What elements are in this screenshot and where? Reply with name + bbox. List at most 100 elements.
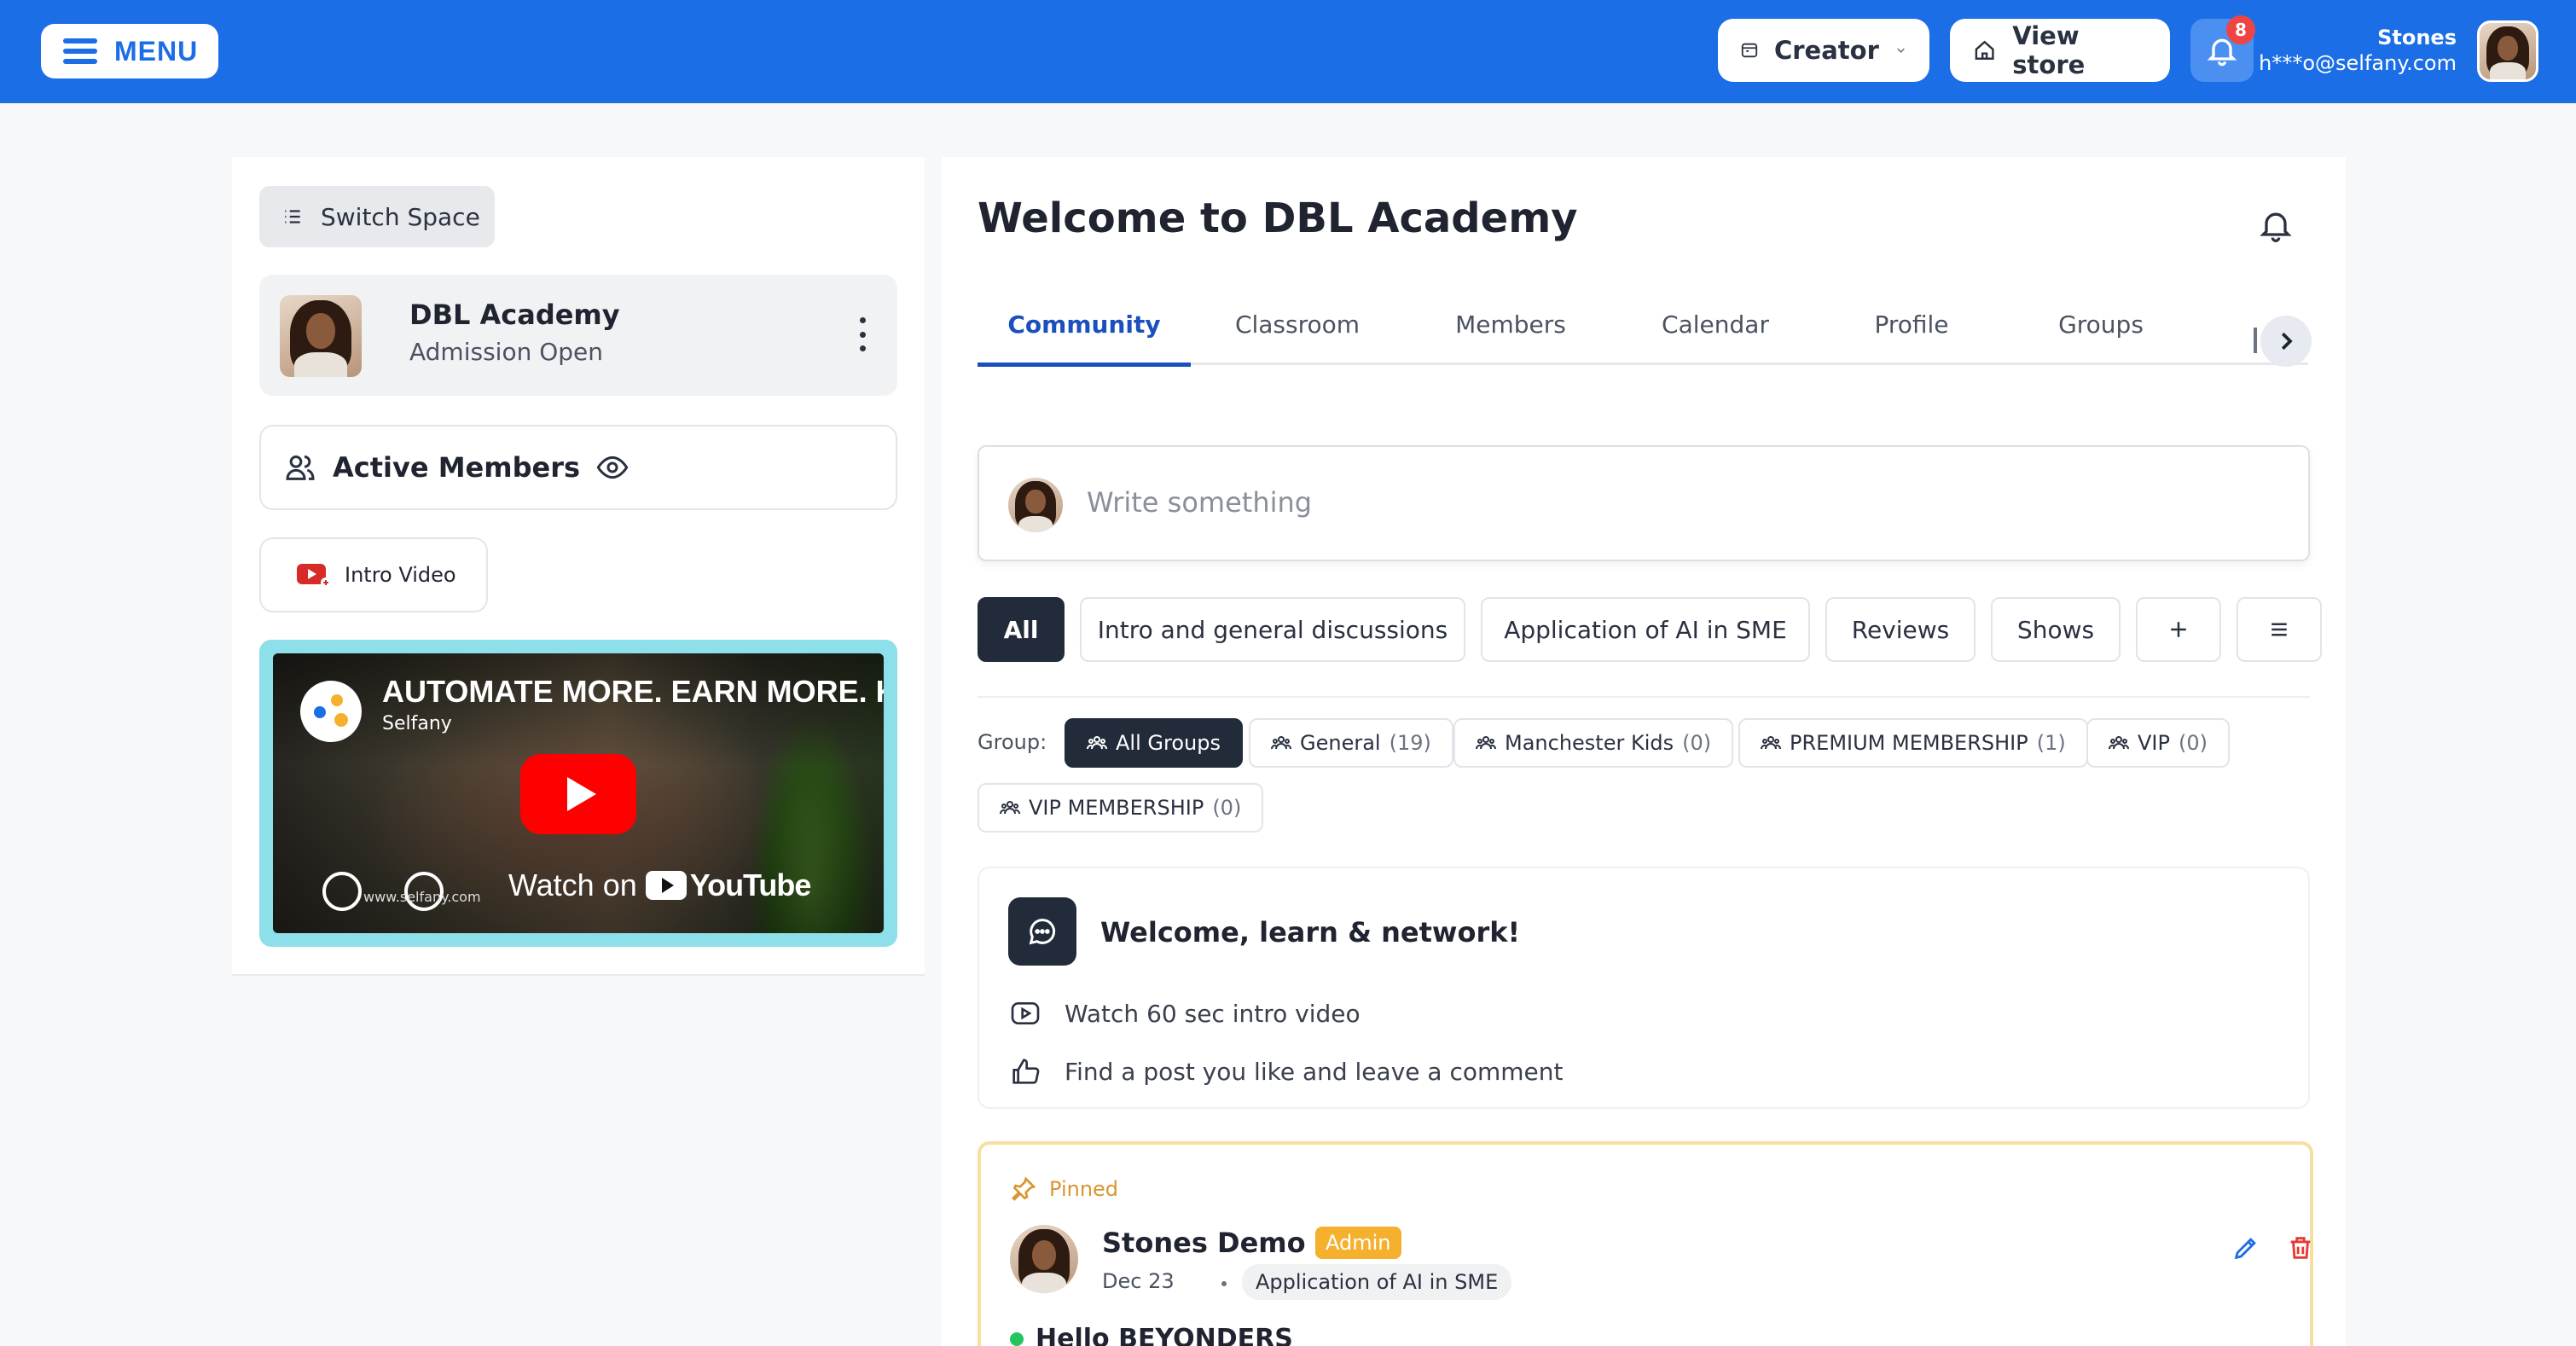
space-name: DBL Academy (409, 299, 620, 331)
switch-space-button[interactable]: Switch Space (259, 186, 495, 247)
post-composer[interactable]: Write something (978, 445, 2310, 561)
notification-count-badge: 8 (2226, 15, 2255, 44)
filter-shows[interactable]: Shows (1991, 597, 2121, 662)
top-bar: MENU Creator View store 8 Stones h***o@s… (0, 0, 2576, 103)
welcome-card: Welcome, learn & network! Watch 60 sec i… (978, 867, 2310, 1109)
view-store-button[interactable]: View store (1950, 19, 2170, 82)
user-info[interactable]: Stones h***o@selfany.com (2259, 26, 2457, 75)
group-name: Manchester Kids (1505, 731, 1674, 755)
group-name: VIP (2138, 731, 2170, 755)
welcome-item-label: Find a post you like and leave a comment (1065, 1057, 1564, 1086)
video-play-icon (297, 564, 331, 588)
separator-dot (1221, 1281, 1227, 1286)
active-members-label: Active Members (333, 451, 581, 484)
group-general[interactable]: General (19) (1249, 718, 1453, 768)
delete-post-button[interactable] (2286, 1233, 2315, 1266)
creator-dropdown[interactable]: Creator (1718, 19, 1929, 82)
group-vip[interactable]: VIP (0) (2086, 718, 2230, 768)
chat-bubble-icon (1008, 897, 1076, 966)
pinned-post[interactable]: Pinned Stones Demo Admin Dec 23 Applicat… (978, 1141, 2313, 1346)
bell-icon (2260, 212, 2292, 242)
tab-classroom[interactable]: Classroom (1191, 310, 1404, 365)
share-icon[interactable] (322, 872, 362, 911)
status-dot (1010, 1331, 1024, 1346)
trash-icon (2290, 1237, 2311, 1259)
filter-intro-general[interactable]: Intro and general discussions (1080, 597, 1465, 662)
space-card[interactable]: DBL Academy Admission Open (259, 275, 897, 396)
tabs-scroll-right-button[interactable] (2260, 316, 2312, 367)
filter-all[interactable]: All (978, 597, 1065, 662)
group-count: (1) (2036, 731, 2066, 755)
store-icon (1741, 43, 1758, 58)
group-count: (0) (1212, 796, 1242, 820)
more-options-icon[interactable] (858, 317, 867, 351)
video-player[interactable]: AUTOMATE MORE. EARN MORE. K Selfany www.… (273, 653, 884, 933)
home-icon (1975, 40, 1994, 60)
group-manchester-kids[interactable]: Manchester Kids (0) (1453, 718, 1734, 768)
category-menu-button[interactable] (2237, 597, 2322, 662)
watch-on-youtube[interactable]: Watch on YouTube (508, 862, 812, 909)
menu-lines-icon (2271, 623, 2287, 636)
group-name: VIP MEMBERSHIP (1029, 796, 1204, 820)
list-icon (285, 210, 300, 223)
post-author-avatar[interactable] (1010, 1225, 1078, 1293)
group-premium-membership[interactable]: PREMIUM MEMBERSHIP (1) (1738, 718, 2088, 768)
group-name: All Groups (1116, 731, 1221, 755)
edit-post-button[interactable] (2231, 1233, 2260, 1266)
switch-space-label: Switch Space (321, 202, 480, 231)
tab-profile[interactable]: Profile (1805, 310, 2018, 365)
pin-icon (1012, 1176, 1036, 1201)
add-category-button[interactable] (2136, 597, 2221, 662)
group-count: (0) (2178, 731, 2208, 755)
pinned-label: Pinned (1010, 1175, 1118, 1203)
eye-icon (596, 455, 629, 479)
video-title[interactable]: AUTOMATE MORE. EARN MORE. K (382, 674, 884, 710)
group-name: PREMIUM MEMBERSHIP (1790, 731, 2028, 755)
youtube-label: YouTube (689, 867, 812, 902)
intro-video-button[interactable]: Intro Video (259, 537, 488, 612)
space-notifications-button[interactable] (2257, 206, 2295, 247)
post-category-tag[interactable]: Application of AI in SME (1242, 1264, 1512, 1300)
filter-reviews[interactable]: Reviews (1825, 597, 1976, 662)
pinned-text: Pinned (1049, 1177, 1119, 1201)
group-icon (1271, 736, 1291, 750)
notifications-button[interactable]: 8 (2190, 15, 2255, 82)
tab-community[interactable]: Community (978, 310, 1191, 367)
view-store-label: View store (2012, 21, 2086, 79)
group-vip-membership[interactable]: VIP MEMBERSHIP (0) (978, 783, 1264, 833)
active-members-button[interactable]: Active Members (259, 425, 897, 510)
chevron-right-icon (2281, 332, 2293, 351)
community-panel: Welcome to DBL Academy Community Classro… (942, 157, 2346, 1346)
pencil-icon (2234, 1238, 2256, 1260)
post-author-name[interactable]: Stones Demo (1102, 1227, 1306, 1259)
play-button[interactable] (520, 754, 636, 834)
tab-groups[interactable]: Groups (1994, 310, 2208, 365)
creator-label: Creator (1773, 36, 1879, 65)
menu-label: MENU (114, 35, 199, 67)
filter-ai-sme[interactable]: Application of AI in SME (1481, 597, 1810, 662)
group-filter-label: Group: (978, 730, 1047, 754)
group-count: (0) (1682, 731, 1712, 755)
welcome-item-video[interactable]: Watch 60 sec intro video (1008, 996, 1361, 1030)
post-body-text: Hello BEYONDERS (1036, 1324, 1293, 1346)
users-icon (286, 455, 315, 480)
tab-members[interactable]: Members (1404, 310, 1617, 365)
group-all-groups[interactable]: All Groups (1065, 718, 1243, 768)
chevron-down-icon (1897, 48, 1905, 53)
channel-logo[interactable] (300, 681, 362, 742)
page-title: Welcome to DBL Academy (978, 194, 1578, 242)
space-avatar (280, 295, 362, 377)
welcome-item-comment[interactable]: Find a post you like and leave a comment (1008, 1054, 1563, 1088)
group-name: General (1300, 731, 1381, 755)
menu-button[interactable]: MENU (41, 24, 218, 78)
hamburger-icon (63, 38, 97, 64)
user-avatar[interactable] (2477, 20, 2538, 82)
user-email: h***o@selfany.com (2259, 51, 2457, 75)
tab-overflow-peek (2254, 328, 2260, 353)
tab-calendar[interactable]: Calendar (1609, 310, 1822, 365)
welcome-item-label: Watch 60 sec intro video (1065, 999, 1361, 1028)
post-date: Dec 23 (1102, 1269, 1175, 1293)
group-icon (2109, 736, 2129, 750)
admin-badge: Admin (1315, 1227, 1401, 1259)
space-status: Admission Open (409, 338, 604, 366)
